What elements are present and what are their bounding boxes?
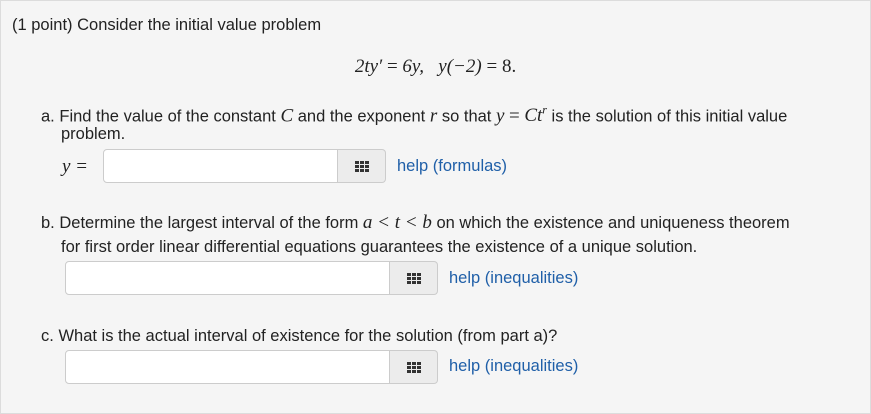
equation-equals: = xyxy=(382,56,403,77)
initial-condition-equals: = xyxy=(481,56,502,77)
part-a-text-3: so that xyxy=(441,107,492,126)
grid-keypad-icon xyxy=(354,160,369,172)
problem-panel: (1 point) Consider the initial value pro… xyxy=(0,0,871,414)
part-b-text-3: for first order linear differential equa… xyxy=(61,238,698,256)
math-equals: = xyxy=(509,105,520,127)
part-a-text-2: and the exponent xyxy=(297,107,426,126)
answer-label-y: y = xyxy=(62,156,89,177)
part-b-text-1: Determine the largest interval of the fo… xyxy=(59,214,359,232)
part-c-marker: c. xyxy=(41,327,54,345)
part-b-text-2: on which the existence and uniqueness th… xyxy=(436,214,790,232)
point-label: (1 point) xyxy=(12,16,73,34)
help-inequalities-link-c[interactable]: help (inequalities) xyxy=(449,354,578,378)
part-a-marker: a. xyxy=(41,107,55,126)
grid-keypad-icon xyxy=(406,272,421,284)
keypad-button-a[interactable] xyxy=(338,149,386,183)
help-formulas-link[interactable]: help (formulas) xyxy=(397,154,507,178)
part-b-marker: b. xyxy=(41,214,55,232)
answer-a-input[interactable] xyxy=(103,149,338,183)
equation-rhs: 6y, xyxy=(402,56,425,77)
equation-lhs: 2ty′ xyxy=(354,56,383,77)
part-c-question: c. What is the actual interval of existe… xyxy=(41,324,557,348)
math-y: y xyxy=(495,105,505,127)
initial-condition-value: 8. xyxy=(501,56,517,77)
part-c-text-1: What is the actual interval of existence… xyxy=(58,327,558,345)
help-inequalities-link-b[interactable]: help (inequalities) xyxy=(449,266,578,290)
answer-c-input[interactable] xyxy=(65,350,390,384)
answer-b-input[interactable] xyxy=(65,261,390,295)
part-a-question: a. Find the value of the constant C and … xyxy=(41,98,787,128)
interval-form: a < t < b xyxy=(362,212,432,233)
problem-intro: Consider the initial value problem xyxy=(77,16,322,34)
differential-equation: 2ty′ = 6y, y(−2) = 8. xyxy=(1,56,870,78)
exponent-r: r xyxy=(429,105,438,127)
constant-c: C xyxy=(280,105,294,127)
solution-form: Ctr xyxy=(524,103,547,127)
part-a-text-4: is the solution of this initial value xyxy=(551,107,788,126)
problem-header: (1 point) Consider the initial value pro… xyxy=(12,13,321,37)
keypad-button-b[interactable] xyxy=(390,261,438,295)
part-a-text-5: problem. xyxy=(61,125,126,143)
part-b-question: b. Determine the largest interval of the… xyxy=(41,211,790,235)
initial-condition: y(−2) xyxy=(438,56,482,77)
keypad-button-c[interactable] xyxy=(390,350,438,384)
grid-keypad-icon xyxy=(406,361,421,373)
